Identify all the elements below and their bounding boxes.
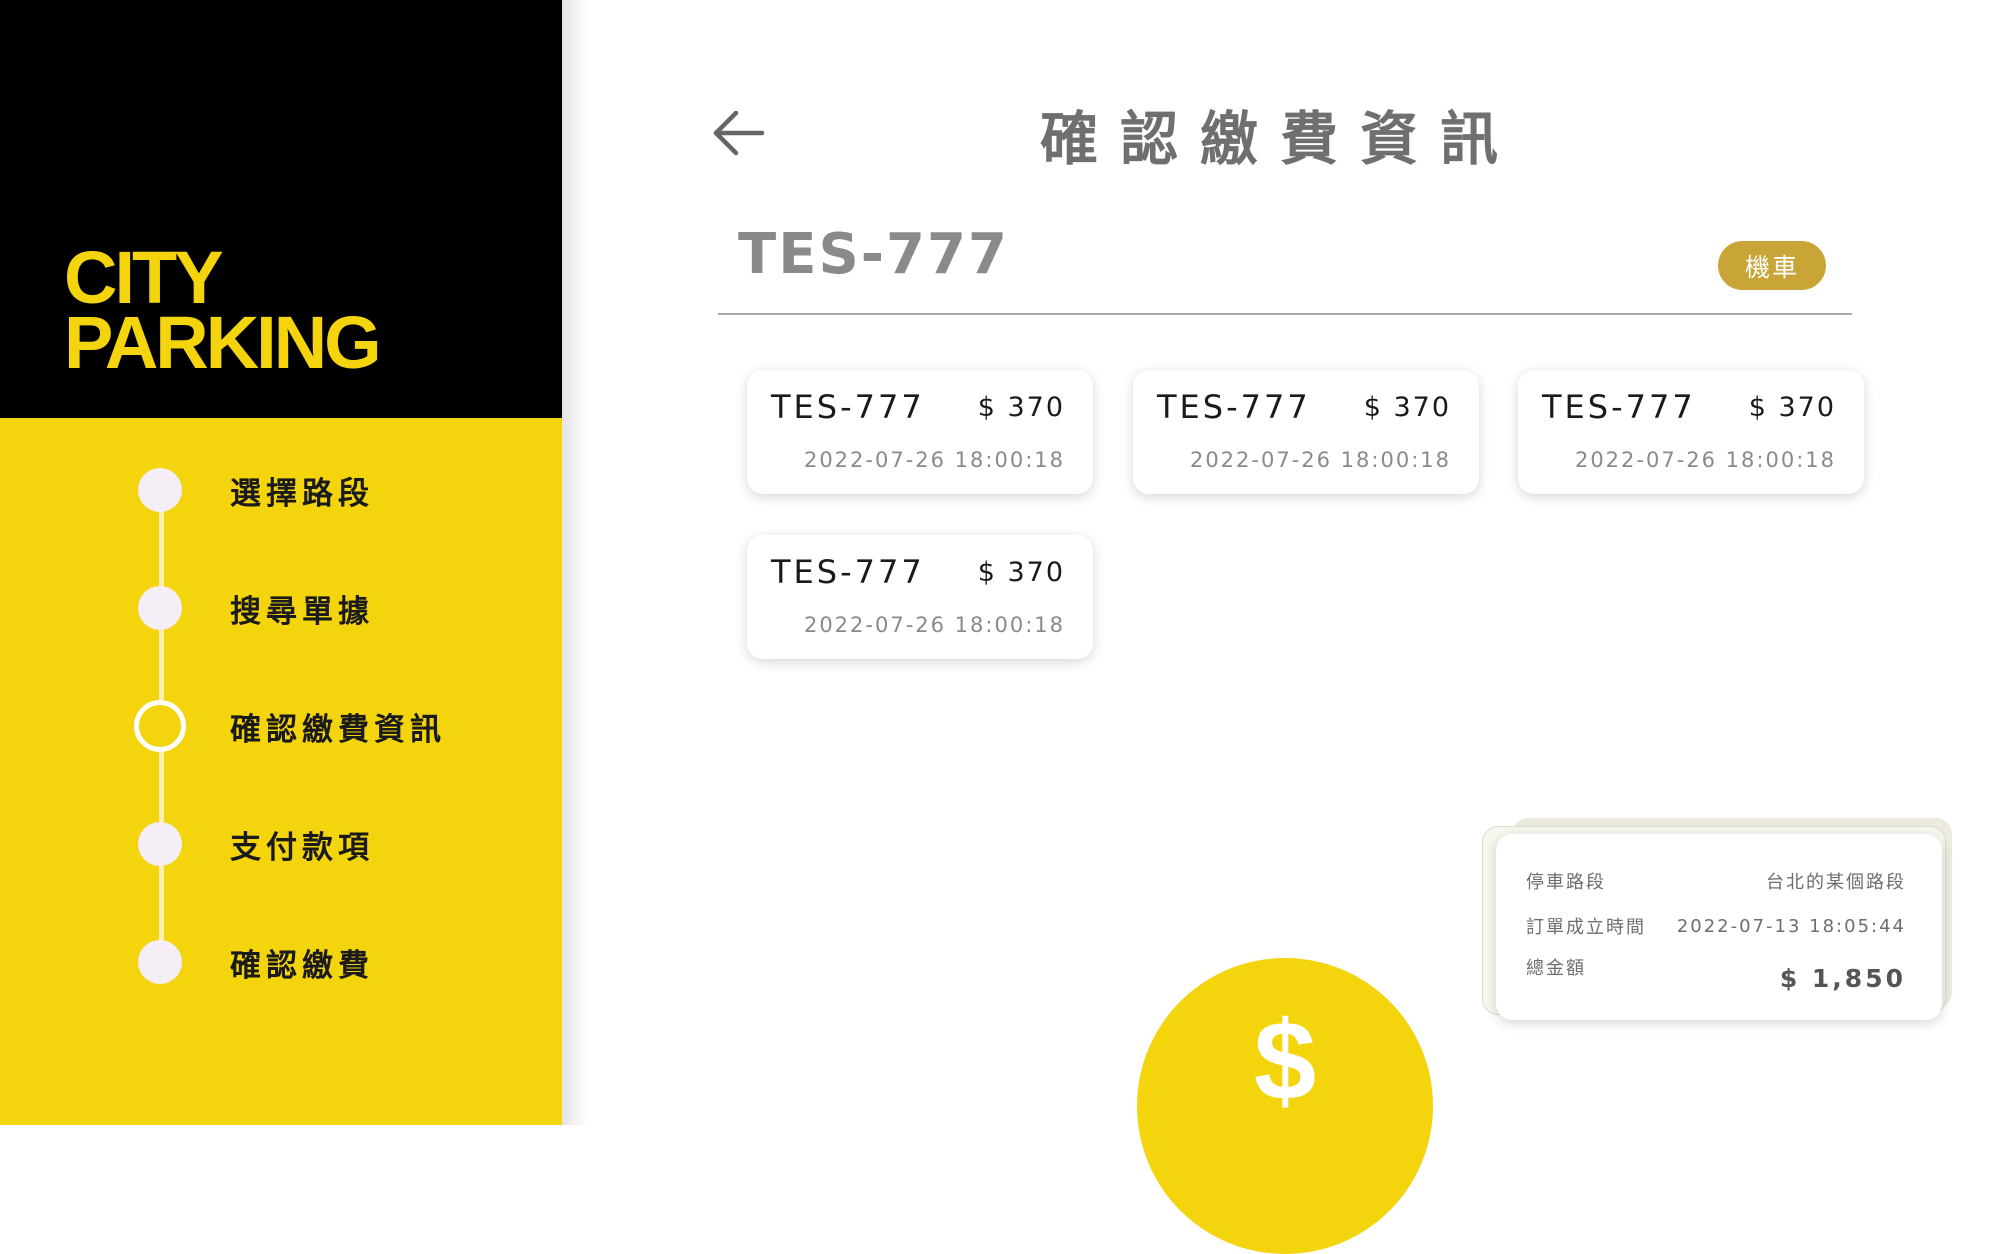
step-label: 支付款項 [230,829,374,866]
step-label: 搜尋單據 [230,593,374,630]
ticket-datetime: 2022-07-26 18:00:18 [803,613,1065,637]
brand-panel: CITY PARKING [0,0,562,418]
summary-time-value: 2022-07-13 18:05:44 [1676,915,1906,937]
ticket-plate: TES-777 [1157,388,1311,426]
city-parking-logo: CITY PARKING [64,236,382,384]
summary-total-label: 總金額 [1526,958,1586,979]
summary-road-label: 停車路段 [1526,872,1606,893]
dollar-icon: $ [1253,998,1317,1123]
summary-row-road: 停車路段 台北的某個路段 [1526,868,1906,894]
step-search-ticket[interactable]: 搜尋單據 [138,584,374,632]
sidebar: CITY PARKING 選擇路段 搜尋單據 確認繳費資訊 支付款項 確認繳費 [0,0,562,1125]
ticket-card[interactable]: TES-777 $ 370 2022-07-26 18:00:18 [1518,370,1864,494]
step-confirm-info[interactable]: 確認繳費資訊 [134,700,446,752]
vehicle-plate: TES-777 [738,222,1009,287]
ticket-amount: $ 370 [1363,392,1451,423]
step-dot [138,468,182,512]
step-label: 確認繳費 [230,947,374,984]
step-label: 選擇路段 [230,475,374,512]
ticket-card[interactable]: TES-777 $ 370 2022-07-26 18:00:18 [747,535,1093,659]
ticket-plate: TES-777 [771,553,925,591]
step-dot [138,940,182,984]
ticket-card[interactable]: TES-777 $ 370 2022-07-26 18:00:18 [747,370,1093,494]
ticket-datetime: 2022-07-26 18:00:18 [1189,448,1451,472]
ticket-plate: TES-777 [771,388,925,426]
sidebar-shadow [562,0,588,1125]
summary-time-label: 訂單成立時間 [1526,917,1646,938]
summary-road-value: 台北的某個路段 [1766,872,1906,893]
summary-row-time: 訂單成立時間 2022-07-13 18:05:44 [1526,913,1906,939]
ticket-card[interactable]: TES-777 $ 370 2022-07-26 18:00:18 [1133,370,1479,494]
ticket-datetime: 2022-07-26 18:00:18 [1574,448,1836,472]
ticket-plate: TES-777 [1542,388,1696,426]
logo-line-1: CITY [64,236,224,319]
step-dot-active [134,700,186,752]
ticket-amount: $ 370 [977,557,1065,588]
summary-total-value: $ 1,850 [1779,964,1906,993]
page-title: 確認繳費資訊 [1040,105,1521,173]
order-summary: 停車路段 台北的某個路段 訂單成立時間 2022-07-13 18:05:44 … [1496,834,1942,1020]
step-confirm-payment[interactable]: 確認繳費 [138,938,374,986]
ticket-amount: $ 370 [977,392,1065,423]
ticket-datetime: 2022-07-26 18:00:18 [803,448,1065,472]
logo-line-2: PARKING [64,301,382,384]
step-select-road[interactable]: 選擇路段 [138,466,374,514]
arrow-left-icon [713,110,765,156]
step-label: 確認繳費資訊 [230,711,446,748]
step-dot [138,586,182,630]
step-dot [138,822,182,866]
vehicle-type-badge: 機車 [1718,241,1826,290]
step-pay[interactable]: 支付款項 [138,820,374,868]
summary-row-total: 總金額 $ 1,850 [1526,954,1906,993]
divider [718,313,1852,315]
back-button[interactable] [712,108,766,158]
pay-button[interactable]: $ [1137,958,1433,1254]
ticket-amount: $ 370 [1748,392,1836,423]
